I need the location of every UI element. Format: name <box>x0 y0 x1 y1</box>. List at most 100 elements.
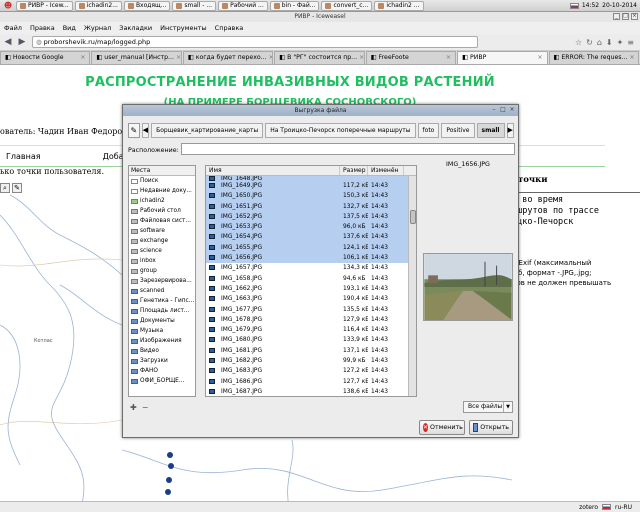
places-item[interactable]: scanned <box>129 286 195 296</box>
menu-item[interactable]: Инструменты <box>156 24 211 32</box>
path-crumb[interactable]: Positive <box>441 122 475 138</box>
browser-tab[interactable]: ◧ user_manual [Инстр... × <box>91 51 182 64</box>
file-row[interactable]: IMG_1679.JPG 116,4 кБ 14:43 <box>206 325 416 335</box>
file-row[interactable]: IMG_1678.JPG 127,9 кБ 14:43 <box>206 315 416 325</box>
edit-location-icon[interactable]: ✎ <box>128 122 140 138</box>
tab-close-icon[interactable]: × <box>537 52 542 64</box>
path-crumb[interactable]: foto <box>417 122 440 138</box>
file-row[interactable]: IMG_1682.JPG 99,9 кБ 14:43 <box>206 356 416 366</box>
places-item[interactable]: Поиск <box>129 176 195 186</box>
add-bookmark-icon[interactable]: ✚ <box>130 403 137 412</box>
path-crumb[interactable]: На Троицко-Печорск поперечные маршруты <box>265 122 416 138</box>
browser-tab[interactable]: ◧ ERROR: The reques... × <box>548 51 639 64</box>
cancel-button[interactable]: ✕ Отменить <box>419 420 465 435</box>
tab-close-icon[interactable]: × <box>446 52 451 64</box>
places-item[interactable]: exchange <box>129 236 195 246</box>
maximize-icon[interactable]: □ <box>622 13 629 20</box>
file-row[interactable]: IMG_1649.JPG 117,2 кБ 14:43 <box>206 181 416 192</box>
places-item[interactable]: group <box>129 266 195 276</box>
places-item[interactable]: Зарезервирова... <box>129 276 195 286</box>
file-row[interactable]: IMG_1680.JPG 133,9 кБ 14:43 <box>206 335 416 345</box>
taskbar-item[interactable]: ichadin2... <box>74 0 122 11</box>
menu-item[interactable]: Справка <box>211 24 248 32</box>
close-icon[interactable]: × <box>631 13 638 20</box>
tab-close-icon[interactable]: × <box>359 52 364 64</box>
path-crumb[interactable]: Борщевик_картирование_карты <box>151 122 264 138</box>
places-item[interactable]: Генетика - Гипс... <box>129 296 195 306</box>
taskbar-item[interactable]: РИВР - Icew... <box>16 0 73 11</box>
file-row[interactable]: IMG_1650.JPG 150,3 кБ 14:43 <box>206 191 416 202</box>
tab-close-icon[interactable]: × <box>80 52 85 64</box>
places-item[interactable]: Видео <box>129 346 195 356</box>
menu-item[interactable]: Вид <box>59 24 80 32</box>
file-row[interactable]: IMG_1662.JPG 193,1 кБ 14:43 <box>206 284 416 294</box>
places-item[interactable]: Рабочий стол <box>129 206 195 216</box>
keyboard-layout-flag-icon[interactable] <box>569 2 579 9</box>
search-icon[interactable]: ⌕ <box>0 183 10 193</box>
locale-label[interactable]: ru-RU <box>615 504 632 511</box>
crumb-right-arrow-icon[interactable]: ▶ <box>506 122 514 138</box>
file-row[interactable]: IMG_1687.JPG 138,6 кБ 14:43 <box>206 387 416 396</box>
zotero-label[interactable]: zotero <box>579 504 598 511</box>
browser-tab[interactable]: ◧ Новости Google × <box>0 51 91 64</box>
taskbar-item[interactable]: small - ... <box>172 0 217 11</box>
taskbar-item[interactable]: Входящ... <box>123 0 171 11</box>
path-crumb[interactable]: small <box>476 122 505 138</box>
file-row[interactable]: IMG_1654.JPG 137,6 кБ 14:43 <box>206 232 416 243</box>
taskbar-item[interactable]: Рабочий ... <box>218 0 268 11</box>
menu-item[interactable]: Правка <box>26 24 59 32</box>
location-input[interactable] <box>181 143 515 155</box>
taskbar-item[interactable]: ichadin2 ... <box>374 0 424 11</box>
taskbar-item[interactable]: bin - Фай... <box>269 0 320 11</box>
places-item[interactable]: software <box>129 226 195 236</box>
remove-bookmark-icon[interactable]: − <box>142 403 149 412</box>
addon-icon[interactable]: ✦ <box>617 38 624 47</box>
places-item[interactable]: ichadin2 <box>129 196 195 206</box>
file-row[interactable]: IMG_1651.JPG 132,7 кБ 14:43 <box>206 201 416 212</box>
pencil-icon[interactable]: ✎ <box>12 183 22 193</box>
places-item[interactable]: Файловая сист... <box>129 216 195 226</box>
scrollbar-thumb[interactable] <box>410 210 416 224</box>
reload-icon[interactable]: ↻ <box>586 38 593 47</box>
file-row[interactable]: IMG_1656.JPG 106,1 кБ 14:43 <box>206 253 416 264</box>
file-row[interactable]: IMG_1677.JPG 135,5 кБ 14:43 <box>206 305 416 315</box>
browser-tab[interactable]: ◧ В "РГ" состоится пр... × <box>274 51 365 64</box>
menu-home[interactable]: Главная <box>0 152 47 161</box>
dialog-maximize-icon[interactable]: □ <box>500 107 506 113</box>
file-row[interactable]: IMG_1681.JPG 137,1 кБ 14:43 <box>206 346 416 356</box>
open-button[interactable]: Открыть <box>469 420 513 435</box>
file-row[interactable]: IMG_1658.JPG 94,6 кБ 14:43 <box>206 274 416 284</box>
places-item[interactable]: ОФИ_БОРЩЕ... <box>129 376 195 386</box>
menu-item[interactable]: Журнал <box>80 24 115 32</box>
tab-close-icon[interactable]: × <box>176 52 181 64</box>
places-item[interactable]: science <box>129 246 195 256</box>
minimize-icon[interactable]: _ <box>613 13 620 20</box>
places-item[interactable]: Площадь лист... <box>129 306 195 316</box>
places-item[interactable]: Недавние доку... <box>129 186 195 196</box>
forward-arrow-icon[interactable]: ▶ <box>16 36 28 48</box>
start-menu-icon[interactable]: ☻ <box>2 0 14 11</box>
file-row[interactable]: IMG_1652.JPG 137,5 кБ 14:43 <box>206 211 416 223</box>
download-icon[interactable]: ⬇ <box>606 38 613 47</box>
browser-tab[interactable]: ◧ FreeFoote × <box>365 51 457 64</box>
dialog-minimize-icon[interactable]: – <box>491 107 497 113</box>
places-item[interactable]: Документы <box>129 316 195 326</box>
browser-tab[interactable]: ◧ когда будет перехо... × <box>182 51 274 64</box>
star-icon[interactable]: ☆ <box>575 38 582 47</box>
file-type-filter[interactable]: Все файлы ▼ <box>463 401 513 413</box>
file-row[interactable]: IMG_1663.JPG 190,4 кБ 14:43 <box>206 294 416 304</box>
file-row[interactable]: IMG_1655.JPG 124,1 кБ 14:43 <box>206 242 416 254</box>
url-bar[interactable]: ◍ proborshevik.ru/map/logged.php <box>32 36 478 48</box>
tab-close-icon[interactable]: × <box>269 52 273 64</box>
file-row[interactable]: IMG_1653.JPG 96,0 кБ 14:43 <box>206 222 416 233</box>
column-name[interactable]: Имя <box>206 166 340 175</box>
map-view[interactable] <box>0 175 122 512</box>
back-arrow-icon[interactable]: ◀ <box>2 36 14 48</box>
browser-tab[interactable]: ◧ РИВР × <box>457 51 548 64</box>
file-row[interactable]: IMG_1683.JPG 127,2 кБ 14:43 <box>206 366 416 376</box>
places-item[interactable]: ФАНО <box>129 366 195 376</box>
menu-item[interactable]: Файл <box>0 24 26 32</box>
file-list-scrollbar[interactable] <box>408 176 416 396</box>
column-modified[interactable]: Изменён <box>368 166 404 175</box>
column-size[interactable]: Размер <box>340 166 368 175</box>
